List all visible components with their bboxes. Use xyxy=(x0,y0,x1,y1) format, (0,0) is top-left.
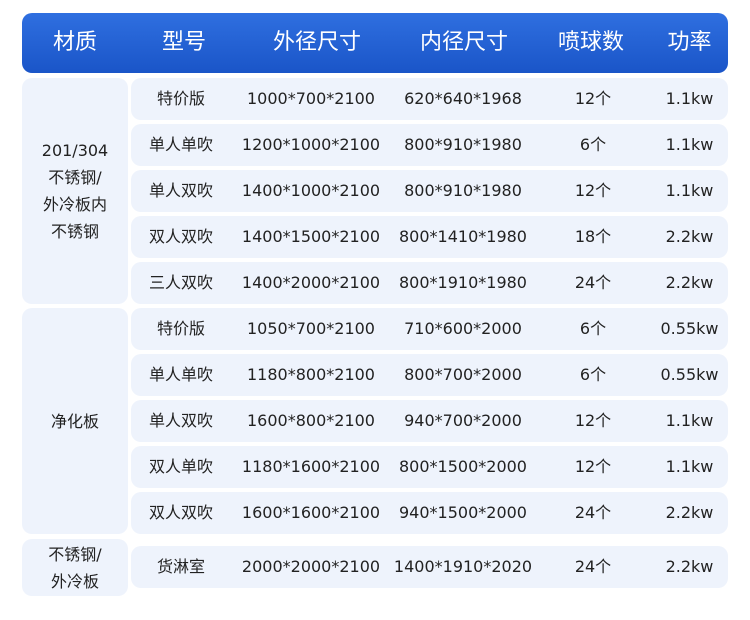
outer-size-cell: 1400*1000*2100 xyxy=(241,181,381,200)
nozzle-count-cell: 12个 xyxy=(574,411,612,430)
outer-size-cell: 1600*1600*2100 xyxy=(241,503,381,522)
table-row: 双人双吹 1600*1600*2100 940*1500*2000 24个 2.2kw xyxy=(131,492,728,534)
model-cell: 三人双吹 xyxy=(148,273,213,292)
header-material: 材质 xyxy=(52,30,97,55)
header-outer-size: 外径尺寸 xyxy=(272,30,361,55)
model-cell: 双人单吹 xyxy=(148,457,213,476)
material-cell-stainless-cold-panel: 不锈钢/ 外冷板 xyxy=(22,539,128,596)
nozzle-count-cell: 24个 xyxy=(574,273,612,292)
header-power: 功率 xyxy=(667,30,712,55)
table-row: 单人单吹 1180*800*2100 800*700*2000 6个 0.55kw xyxy=(131,354,728,396)
material-label: 不锈钢/ 外冷板 xyxy=(48,544,102,591)
inner-size-cell: 1400*1910*2020 xyxy=(393,557,533,576)
material-cell-clean-panel: 净化板 xyxy=(22,308,128,534)
outer-size-cell: 1600*800*2100 xyxy=(247,411,375,430)
table-row: 货淋室 2000*2000*2100 1400*1910*2020 24个 2.2kw xyxy=(131,546,728,588)
outer-size-cell: 1400*2000*2100 xyxy=(241,273,381,292)
model-cell: 单人双吹 xyxy=(148,181,213,200)
power-cell: 0.55kw xyxy=(660,319,719,338)
power-cell: 0.55kw xyxy=(660,365,719,384)
outer-size-cell: 1000*700*2100 xyxy=(247,89,375,108)
nozzle-count-cell: 24个 xyxy=(574,503,612,522)
inner-size-cell: 800*1410*1980 xyxy=(399,227,527,246)
model-cell: 货淋室 xyxy=(156,557,205,576)
inner-size-cell: 800*910*1980 xyxy=(404,181,522,200)
outer-size-cell: 2000*2000*2100 xyxy=(241,557,381,576)
outer-size-cell: 1180*1600*2100 xyxy=(241,457,381,476)
inner-size-cell: 800*910*1980 xyxy=(404,135,522,154)
inner-size-cell: 800*1500*2000 xyxy=(399,457,527,476)
power-cell: 1.1kw xyxy=(665,135,714,154)
header-model: 型号 xyxy=(161,30,206,55)
nozzle-count-cell: 6个 xyxy=(579,319,607,338)
outer-size-cell: 1180*800*2100 xyxy=(247,365,375,384)
model-cell: 单人单吹 xyxy=(148,135,213,154)
nozzle-count-cell: 18个 xyxy=(574,227,612,246)
table-row: 双人单吹 1180*1600*2100 800*1500*2000 12个 1.1kw xyxy=(131,446,728,488)
inner-size-cell: 620*640*1968 xyxy=(404,89,522,108)
table-row: 单人单吹 1200*1000*2100 800*910*1980 6个 1.1kw xyxy=(131,124,728,166)
material-cell-stainless: 201/304 不锈钢/ 外冷板内 不锈钢 xyxy=(22,78,128,304)
table-row: 单人双吹 1600*800*2100 940*700*2000 12个 1.1kw xyxy=(131,400,728,442)
power-cell: 1.1kw xyxy=(665,411,714,430)
power-cell: 2.2kw xyxy=(665,503,714,522)
header-nozzle-count: 喷球数 xyxy=(557,30,624,55)
table-header: 材质 型号 外径尺寸 内径尺寸 喷球数 功率 xyxy=(22,13,728,73)
table-row: 三人双吹 1400*2000*2100 800*1910*1980 24个 2.2kw xyxy=(131,262,728,304)
material-label: 201/304 不锈钢/ 外冷板内 不锈钢 xyxy=(41,141,109,241)
header-inner-size: 内径尺寸 xyxy=(419,30,508,55)
model-cell: 单人单吹 xyxy=(148,365,213,384)
model-cell: 双人双吹 xyxy=(148,503,213,522)
power-cell: 1.1kw xyxy=(665,181,714,200)
inner-size-cell: 940*700*2000 xyxy=(404,411,522,430)
nozzle-count-cell: 12个 xyxy=(574,181,612,200)
nozzle-count-cell: 12个 xyxy=(574,89,612,108)
inner-size-cell: 800*1910*1980 xyxy=(399,273,527,292)
outer-size-cell: 1200*1000*2100 xyxy=(241,135,381,154)
power-cell: 1.1kw xyxy=(665,457,714,476)
outer-size-cell: 1050*700*2100 xyxy=(247,319,375,338)
nozzle-count-cell: 6个 xyxy=(579,365,607,384)
power-cell: 2.2kw xyxy=(665,273,714,292)
table-row: 特价版 1050*700*2100 710*600*2000 6个 0.55kw xyxy=(131,308,728,350)
table-row: 单人双吹 1400*1000*2100 800*910*1980 12个 1.1kw xyxy=(131,170,728,212)
nozzle-count-cell: 12个 xyxy=(574,457,612,476)
model-cell: 双人双吹 xyxy=(148,227,213,246)
material-label: 净化板 xyxy=(50,411,99,431)
model-cell: 单人双吹 xyxy=(148,411,213,430)
inner-size-cell: 940*1500*2000 xyxy=(399,503,527,522)
model-cell: 特价版 xyxy=(156,319,205,338)
outer-size-cell: 1400*1500*2100 xyxy=(241,227,381,246)
table-row: 双人双吹 1400*1500*2100 800*1410*1980 18个 2.2kw xyxy=(131,216,728,258)
power-cell: 2.2kw xyxy=(665,227,714,246)
power-cell: 2.2kw xyxy=(665,557,714,576)
inner-size-cell: 710*600*2000 xyxy=(404,319,522,338)
nozzle-count-cell: 24个 xyxy=(574,557,612,576)
model-cell: 特价版 xyxy=(156,89,205,108)
inner-size-cell: 800*700*2000 xyxy=(404,365,522,384)
table-row: 特价版 1000*700*2100 620*640*1968 12个 1.1kw xyxy=(131,78,728,120)
nozzle-count-cell: 6个 xyxy=(579,135,607,154)
power-cell: 1.1kw xyxy=(665,89,714,108)
